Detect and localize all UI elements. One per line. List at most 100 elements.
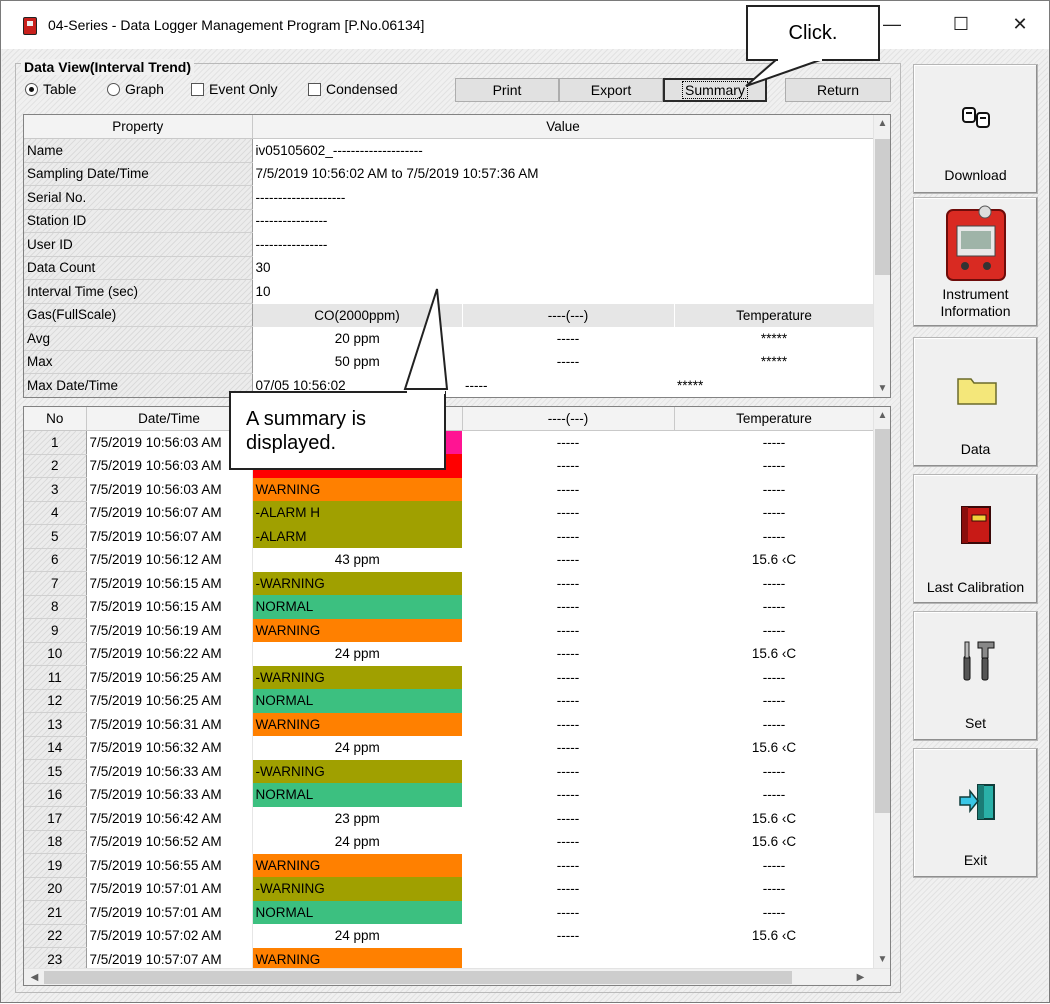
row-number-cell: 13 xyxy=(24,712,87,737)
property-cell: Max xyxy=(24,350,253,374)
data-grid[interactable]: No Date/Time ----(---) Temperature 1 7/5/… xyxy=(23,406,891,986)
temperature-cell: 15.6 ‹C xyxy=(751,646,797,662)
instrument-icon xyxy=(946,205,1006,281)
gas2-cell: ----- xyxy=(556,740,580,756)
table-row[interactable]: 11 7/5/2019 10:56:25 AM -WARNING ----- ----- xyxy=(24,665,874,690)
table-row[interactable]: 16 7/5/2019 10:56:33 AM NORMAL ----- ----- xyxy=(24,783,874,807)
set-button[interactable]: Set xyxy=(913,611,1038,741)
co-cell: NORMAL xyxy=(252,689,462,713)
table-row[interactable]: 7 7/5/2019 10:56:15 AM -WARNING ----- ----- xyxy=(24,571,874,596)
set-label: Set xyxy=(964,715,986,731)
table-row[interactable]: 20 7/5/2019 10:57:01 AM -WARNING ----- ----- xyxy=(24,877,874,901)
scroll-thumb[interactable] xyxy=(875,429,890,813)
scroll-up-icon[interactable]: ▲ xyxy=(874,115,890,132)
property-cell: Interval Time (sec) xyxy=(24,279,253,304)
value-cell: 30 xyxy=(252,256,875,280)
table-row[interactable]: 12 7/5/2019 10:56:25 AM NORMAL ----- ----- xyxy=(24,689,874,713)
summary-row: Interval Time (sec) 10 xyxy=(24,279,875,304)
summary-callout-join xyxy=(407,390,445,394)
instrument-information-button[interactable]: Instrument Information xyxy=(913,197,1038,327)
table-row[interactable]: 9 7/5/2019 10:56:19 AM WARNING ----- ----- xyxy=(24,618,874,643)
return-button[interactable]: Return xyxy=(785,78,891,102)
value-cell: ---------------- xyxy=(252,232,875,257)
co-cell: 24 ppm xyxy=(334,928,380,944)
table-row[interactable]: 17 7/5/2019 10:56:42 AM 23 ppm ----- 15.6 ‹C xyxy=(24,806,874,831)
scroll-up-icon[interactable]: ▲ xyxy=(874,407,890,424)
scroll-left-icon[interactable]: ◀ xyxy=(26,969,43,985)
export-button[interactable]: Export xyxy=(559,78,663,102)
table-row[interactable]: 14 7/5/2019 10:56:32 AM 24 ppm ----- 15.6 ‹C xyxy=(24,736,874,760)
datetime-cell: 7/5/2019 10:57:02 AM xyxy=(86,924,253,948)
radio-icon xyxy=(25,82,38,96)
title-bar: 04-Series - Data Logger Management Progr… xyxy=(1,1,1049,49)
temperature-cell: ----- xyxy=(762,528,786,544)
value-cell: iv05105602_-------------------- xyxy=(252,138,875,163)
exit-door-icon xyxy=(959,784,995,820)
co-cell: NORMAL xyxy=(252,595,462,619)
scroll-down-icon[interactable]: ▼ xyxy=(874,951,890,968)
row-number-cell: 22 xyxy=(24,924,87,948)
datetime-header: Date/Time xyxy=(86,407,253,431)
stat-row: Max Date/Time 07/05 10:56:02 ----- ***** xyxy=(24,373,874,397)
table-row[interactable]: 6 7/5/2019 10:56:12 AM 43 ppm ----- 15.6 ‹C xyxy=(24,548,874,572)
datetime-cell: 7/5/2019 10:56:33 AM xyxy=(86,783,253,807)
co-cell: 24 ppm xyxy=(334,834,380,850)
last-calibration-button[interactable]: Last Calibration xyxy=(913,474,1038,604)
scroll-right-icon[interactable]: ▶ xyxy=(852,969,869,985)
condensed-checkbox[interactable]: Condensed xyxy=(308,81,398,97)
row-number-cell: 1 xyxy=(24,430,87,455)
gas2-value: ----- xyxy=(556,330,580,346)
data-label: Data xyxy=(960,441,991,457)
temperature-cell: ----- xyxy=(762,787,786,803)
row-number-cell: 12 xyxy=(24,689,87,713)
event-only-checkbox[interactable]: Event Only xyxy=(191,81,277,97)
data-vscroll[interactable]: ▲ ▼ xyxy=(873,407,890,968)
hscroll-thumb[interactable] xyxy=(44,971,792,984)
data-button[interactable]: Data xyxy=(913,337,1038,467)
summary-callout: A summary is displayed. xyxy=(229,391,446,470)
summary-button[interactable]: Summary xyxy=(663,78,767,102)
maximize-button[interactable]: ☐ xyxy=(938,1,984,47)
table-row[interactable]: 15 7/5/2019 10:56:33 AM -WARNING ----- ----- xyxy=(24,759,874,784)
table-row[interactable]: 22 7/5/2019 10:57:02 AM 24 ppm ----- 15.6 ‹C xyxy=(24,924,874,948)
datetime-cell: 7/5/2019 10:56:07 AM xyxy=(86,524,253,548)
table-row[interactable]: 8 7/5/2019 10:56:15 AM NORMAL ----- ----- xyxy=(24,595,874,619)
summary-vscroll[interactable]: ▲ ▼ xyxy=(873,115,890,397)
table-row[interactable]: 13 7/5/2019 10:56:31 AM WARNING ----- ----- xyxy=(24,712,874,737)
temperature-cell: 15.6 ‹C xyxy=(751,834,797,850)
property-cell: Station ID xyxy=(24,209,253,233)
table-row[interactable]: 10 7/5/2019 10:56:22 AM 24 ppm ----- 15.6 ‹C xyxy=(24,642,874,666)
download-button[interactable]: Download xyxy=(913,64,1038,194)
table-radio[interactable]: Table xyxy=(25,81,76,97)
table-row[interactable]: 21 7/5/2019 10:57:01 AM NORMAL ----- ----- xyxy=(24,900,874,925)
gas2-cell: ----- xyxy=(556,904,580,920)
property-cell: Data Count xyxy=(24,256,253,280)
temperature-cell: ----- xyxy=(762,904,786,920)
exit-button[interactable]: Exit xyxy=(913,748,1038,878)
row-number-cell: 18 xyxy=(24,830,87,854)
summary-row: Data Count 30 xyxy=(24,256,875,280)
co-cell: -ALARM xyxy=(252,524,462,548)
datetime-cell: 7/5/2019 10:56:19 AM xyxy=(86,618,253,642)
table-row[interactable]: 3 7/5/2019 10:56:03 AM WARNING ----- ----- xyxy=(24,477,874,502)
table-row[interactable]: 4 7/5/2019 10:56:07 AM -ALARM H ----- ----- xyxy=(24,501,874,525)
co-cell: NORMAL xyxy=(252,783,462,807)
table-row[interactable]: 5 7/5/2019 10:56:07 AM -ALARM ----- ----- xyxy=(24,524,874,549)
table-row[interactable]: 18 7/5/2019 10:56:52 AM 24 ppm ----- 15.6 ‹C xyxy=(24,830,874,854)
summary-grid[interactable]: Property Value Name iv05105602_---------… xyxy=(23,114,891,398)
row-number-cell: 8 xyxy=(24,595,87,619)
scroll-thumb[interactable] xyxy=(875,139,890,275)
summary-row: Serial No. -------------------- xyxy=(24,185,875,210)
graph-radio[interactable]: Graph xyxy=(107,81,164,97)
summary-row: Sampling Date/Time 7/5/2019 10:56:02 AM … xyxy=(24,162,875,186)
table-row[interactable]: 2 7/5/2019 10:56:03 AM ----- ----- xyxy=(24,454,874,478)
scroll-down-icon[interactable]: ▼ xyxy=(874,380,890,397)
table-row[interactable]: 19 7/5/2019 10:56:55 AM WARNING ----- ----- xyxy=(24,853,874,878)
instrument-information-label: Instrument Information xyxy=(940,286,1011,319)
data-hscroll[interactable]: ◀ ▶ xyxy=(24,968,890,985)
print-button[interactable]: Print xyxy=(455,78,559,102)
close-button[interactable]: ✕ xyxy=(997,1,1043,47)
group-label: Data View(Interval Trend) xyxy=(21,59,195,75)
temperature-cell: ----- xyxy=(762,575,786,591)
table-row[interactable]: 1 7/5/2019 10:56:03 AM ----- ----- xyxy=(24,430,874,455)
